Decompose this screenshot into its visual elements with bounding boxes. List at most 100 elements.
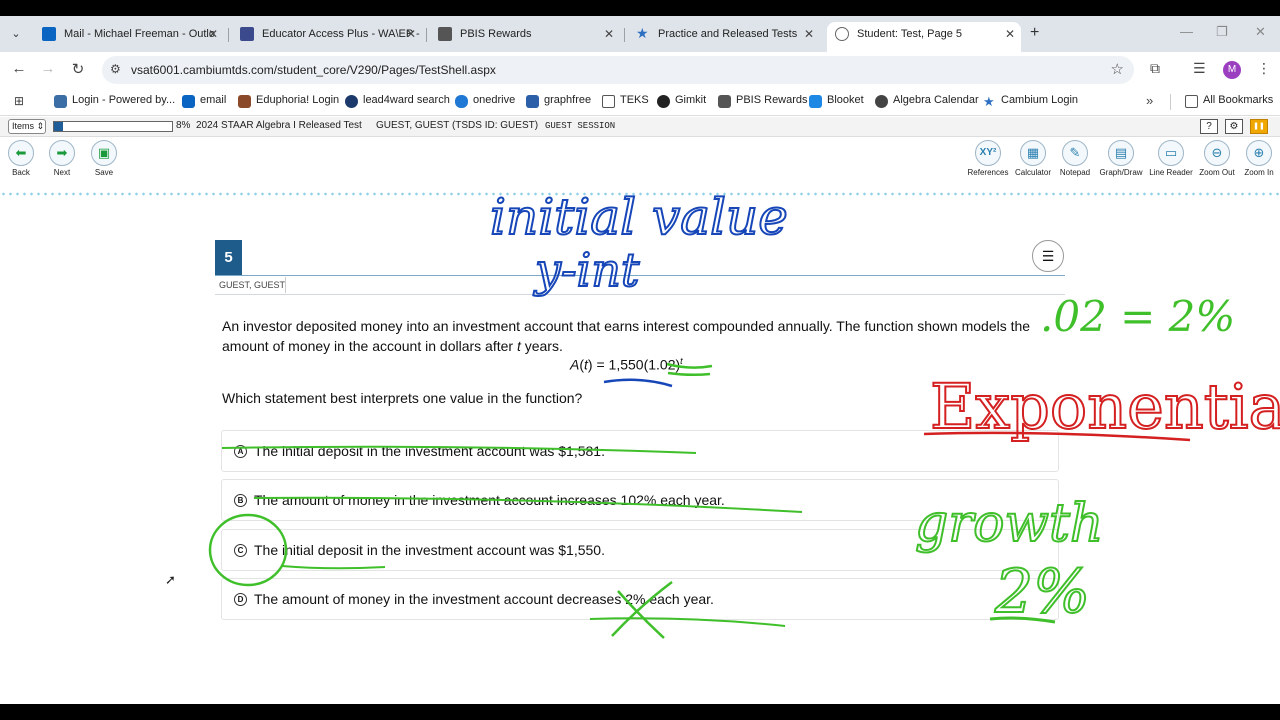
close-icon[interactable]: ✕ xyxy=(604,22,614,46)
tab-label: PBIS Rewards xyxy=(460,28,532,40)
close-icon[interactable]: ✕ xyxy=(804,22,814,46)
answer-option-a[interactable]: A The initial deposit in the investment … xyxy=(221,430,1059,472)
more-bookmarks-icon[interactable]: » xyxy=(1146,93,1153,108)
function-formula: A(t) = 1,550(1.02)t xyxy=(570,356,683,373)
close-icon[interactable]: ✕ xyxy=(406,22,416,46)
bookmarks-bar: ⊞ Login - Powered by... email Eduphoria!… xyxy=(0,88,1280,116)
folder-icon xyxy=(1185,95,1198,108)
tab-educator-access[interactable]: Educator Access Plus - WA\EP - ✕ xyxy=(232,22,422,52)
option-text: The initial deposit in the investment ac… xyxy=(254,443,605,459)
bookmark-icon xyxy=(54,95,67,108)
bookmark-label: Login - Powered by... xyxy=(72,94,176,106)
test-header: Items ⇕ 8% 2024 STAAR Algebra I Released… xyxy=(0,117,1280,137)
help-button[interactable]: ? xyxy=(1200,119,1218,134)
url-text[interactable]: vsat6001.cambiumtds.com/student_core/V29… xyxy=(131,63,496,77)
pause-button[interactable]: ❚❚ xyxy=(1250,119,1268,134)
bookmark-label: lead4ward search xyxy=(363,94,450,106)
back-arrow-icon[interactable]: ← xyxy=(10,60,28,77)
option-letter: A xyxy=(234,445,247,458)
bookmark-label: Blooket xyxy=(827,94,864,106)
ink-underline-blue xyxy=(603,378,673,388)
settings-button[interactable]: ⚙ xyxy=(1225,119,1243,134)
tab-separator xyxy=(228,28,229,42)
zoom-in-button[interactable]: ⊕ Zoom In xyxy=(1232,140,1280,177)
extensions-icon[interactable]: ⧉ xyxy=(1150,60,1160,77)
bookmark-onedrive[interactable]: onedrive xyxy=(455,94,515,108)
question-number: 5 xyxy=(215,240,242,276)
option-text: The initial deposit in the investment ac… xyxy=(254,542,605,558)
items-dropdown[interactable]: Items ⇕ xyxy=(8,119,46,134)
window-close-icon[interactable]: ✕ xyxy=(1255,24,1266,40)
bookmark-graphfree[interactable]: graphfree xyxy=(526,94,591,108)
question-stem: An investor deposited money into an inve… xyxy=(222,317,1042,356)
bookmark-gimkit[interactable]: Gimkit xyxy=(657,94,706,108)
address-bar[interactable]: ⚙ vsat6001.cambiumtds.com/student_core/V… xyxy=(102,56,1134,84)
tab-label: Educator Access Plus - WA\EP - xyxy=(262,28,420,40)
tab-outlook[interactable]: Mail - Michael Freeman - Outlo ✕ xyxy=(34,22,224,52)
globe-icon xyxy=(875,95,888,108)
option-text: The amount of money in the investment ac… xyxy=(254,591,714,607)
tab-student-test[interactable]: Student: Test, Page 5 ✕ xyxy=(827,22,1021,52)
cloud-icon xyxy=(455,95,468,108)
line-reader-icon: ▭ xyxy=(1158,140,1184,166)
student-label: GUEST, GUEST xyxy=(219,280,286,290)
tab-separator xyxy=(426,28,427,42)
ink-initial-value: initial value xyxy=(490,188,788,246)
reload-icon[interactable]: ↻ xyxy=(69,60,87,78)
stem-text: years. xyxy=(524,337,563,354)
formula-exponent: t xyxy=(680,356,683,366)
zoom-out-icon: ⊖ xyxy=(1204,140,1230,166)
graph-icon: ▤ xyxy=(1108,140,1134,166)
bookmark-blooket[interactable]: Blooket xyxy=(809,94,864,108)
bookmark-star-icon[interactable]: ☆ xyxy=(1111,60,1124,78)
stem-text: An investor deposited money into an inve… xyxy=(222,318,1031,354)
close-icon[interactable]: ✕ xyxy=(1005,22,1015,46)
all-bookmarks[interactable]: All Bookmarks xyxy=(1185,94,1274,108)
minimize-icon[interactable]: — xyxy=(1180,24,1193,39)
bookmark-pbis[interactable]: PBIS Rewards xyxy=(718,94,808,108)
stem-variable: t xyxy=(516,337,521,354)
apps-grid-icon[interactable]: ⊞ xyxy=(14,94,28,108)
tab-search-icon[interactable]: ⌄ xyxy=(6,24,26,44)
bookmark-cambium[interactable]: ★ Cambium Login xyxy=(983,94,1079,108)
bookmark-email[interactable]: email xyxy=(182,94,227,108)
forward-arrow-icon[interactable]: → xyxy=(39,60,57,77)
bookmark-label: All Bookmarks xyxy=(1203,94,1274,106)
reading-list-icon[interactable]: ☰ xyxy=(1193,60,1206,77)
bookmark-algebra-calendar[interactable]: Algebra Calendar xyxy=(875,94,979,108)
educator-access-icon xyxy=(240,27,254,41)
bookmark-label: Algebra Calendar xyxy=(893,94,979,106)
save-button[interactable]: ▣ Save xyxy=(77,140,131,177)
tab-practice-tests[interactable]: ★ Practice and Released Tests ✕ xyxy=(628,22,820,52)
browser-menu-icon[interactable]: ⋮ xyxy=(1257,60,1271,77)
save-icon: ▣ xyxy=(91,140,117,166)
answer-option-b[interactable]: B The amount of money in the investment … xyxy=(221,479,1059,521)
bookmark-eduphoria[interactable]: Eduphoria! Login xyxy=(238,94,339,108)
progress-fill xyxy=(54,122,64,131)
new-tab-button[interactable]: + xyxy=(1030,24,1046,42)
close-icon[interactable]: ✕ xyxy=(208,22,218,46)
bookmark-icon xyxy=(657,95,670,108)
tool-label: Graph/Draw xyxy=(1099,168,1143,177)
graph-draw-button[interactable]: ▤ Graph/Draw xyxy=(1094,140,1148,177)
profile-avatar[interactable]: M xyxy=(1223,61,1241,79)
test-name: 2024 STAAR Algebra I Released Test xyxy=(196,120,362,131)
bookmark-teks[interactable]: TEKS xyxy=(602,94,649,108)
answer-option-c[interactable]: C The initial deposit in the investment … xyxy=(221,529,1059,571)
restore-icon[interactable]: ❐ xyxy=(1216,24,1228,40)
bookmark-label: Cambium Login xyxy=(1001,94,1079,106)
navigation-bar: ← → ↻ ⚙ vsat6001.cambiumtds.com/student_… xyxy=(0,52,1280,88)
bookmark-lead4ward[interactable]: lead4ward search xyxy=(345,94,450,108)
bookmark-icon xyxy=(526,95,539,108)
bookmark-label: email xyxy=(200,94,227,106)
tab-label: Mail - Michael Freeman - Outlo xyxy=(64,28,215,40)
formula-lhs: A xyxy=(570,356,580,373)
answer-option-d[interactable]: D The amount of money in the investment … xyxy=(221,578,1059,620)
student-name: GUEST, GUEST (TSDS ID: GUEST) xyxy=(376,120,539,131)
tab-pbis[interactable]: PBIS Rewards ✕ xyxy=(430,22,620,52)
question-menu-button[interactable]: ☰ xyxy=(1032,240,1064,272)
label-separator xyxy=(285,277,286,293)
bookmark-login[interactable]: Login - Powered by... xyxy=(54,94,176,108)
tool-label: Save xyxy=(94,168,114,177)
site-info-icon[interactable]: ⚙ xyxy=(110,62,121,76)
